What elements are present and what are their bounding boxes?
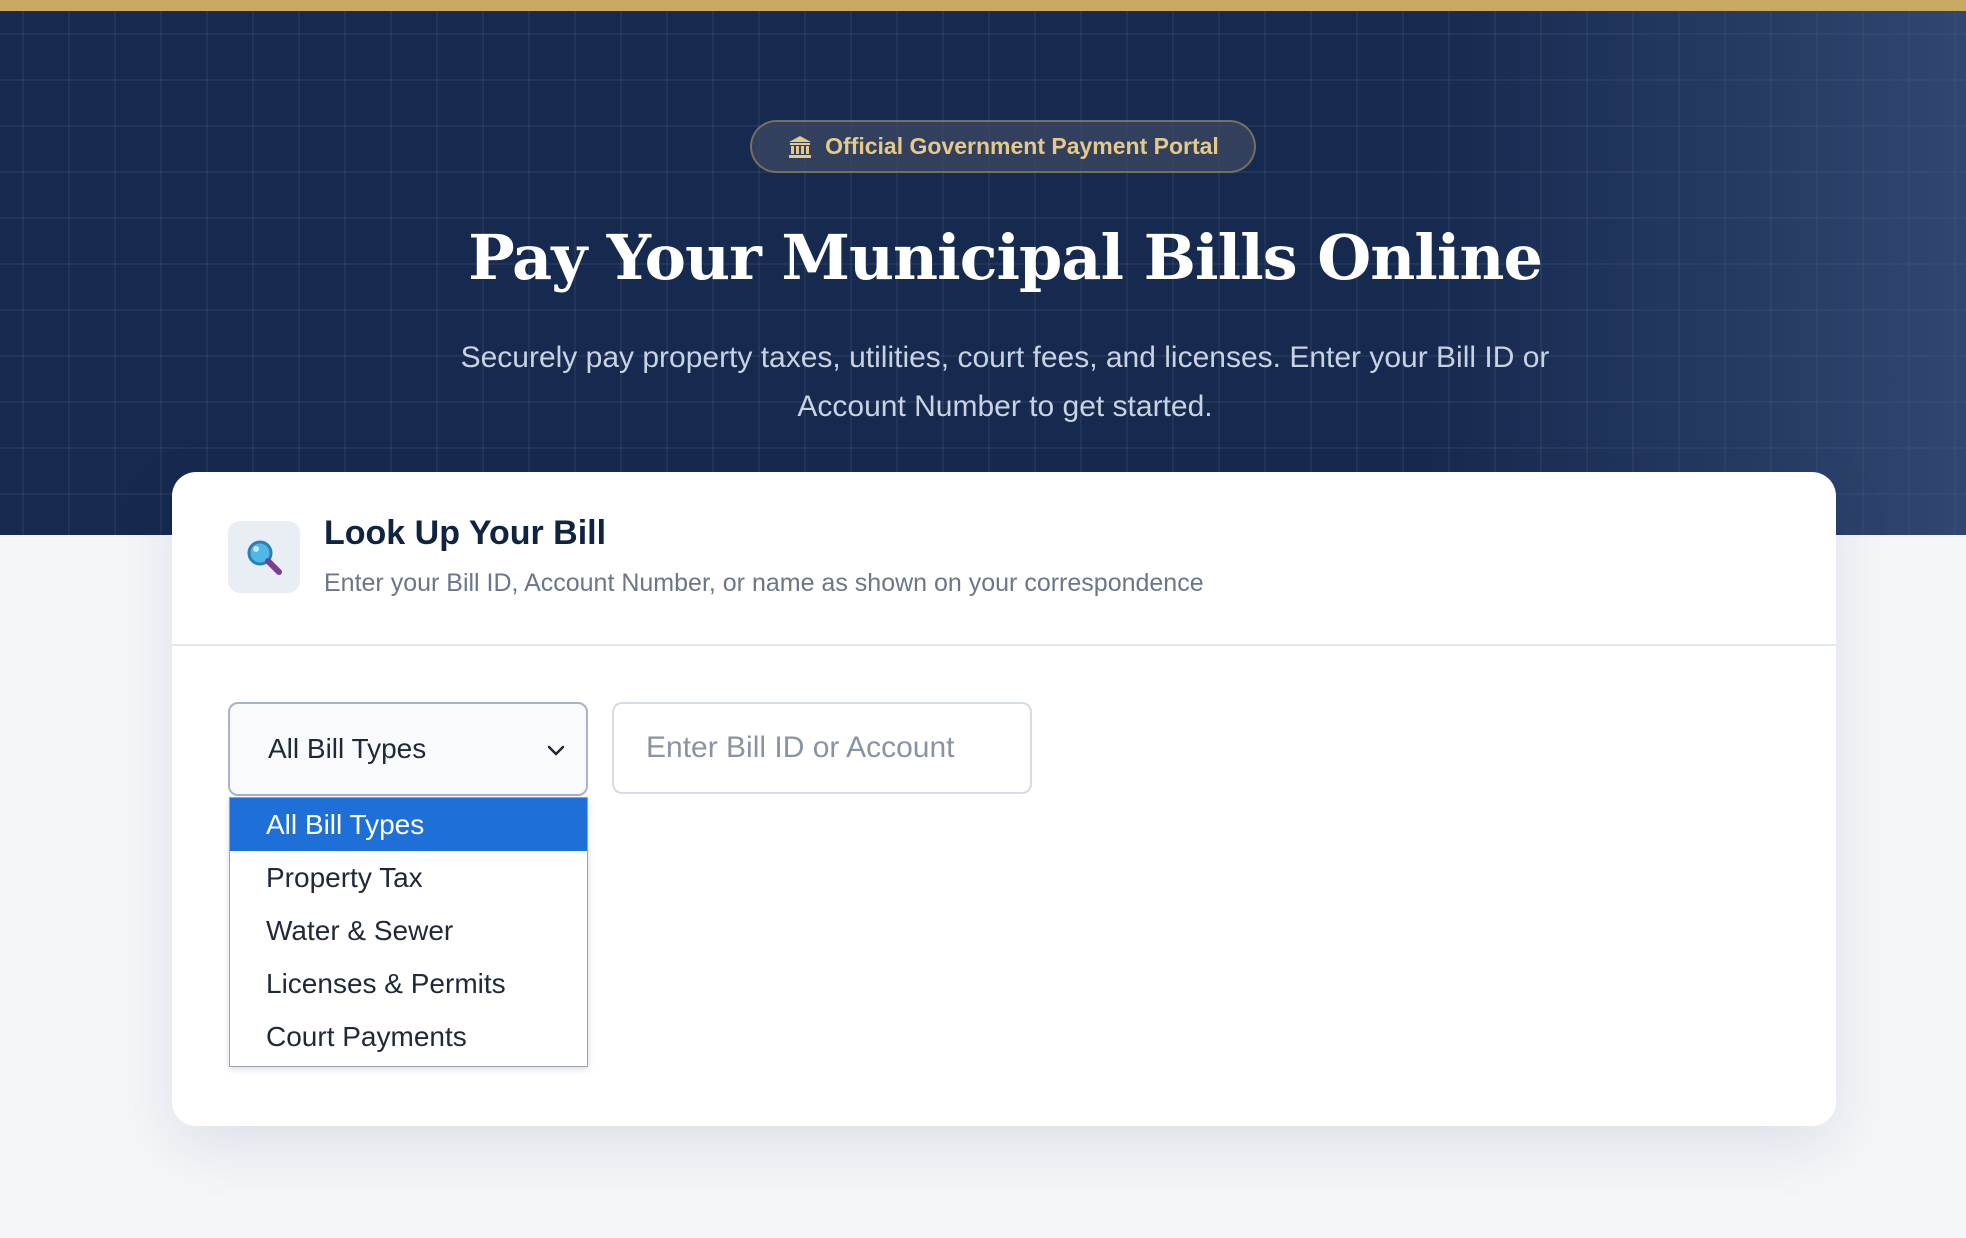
hero-banner: Official Government Payment Portal Pay Y… bbox=[0, 11, 1966, 535]
government-building-icon bbox=[787, 135, 813, 159]
bill-type-option-all[interactable]: All Bill Types bbox=[230, 798, 587, 851]
top-accent-strip bbox=[0, 0, 1966, 11]
official-portal-badge-label: Official Government Payment Portal bbox=[825, 133, 1219, 159]
bill-id-search-input[interactable] bbox=[612, 702, 1032, 794]
card-divider bbox=[172, 644, 1836, 646]
bill-type-option-water-sewer[interactable]: Water & Sewer bbox=[230, 904, 587, 957]
lookup-description: Enter your Bill ID, Account Number, or n… bbox=[324, 569, 1204, 597]
bill-type-option-court-payments[interactable]: Court Payments bbox=[230, 1010, 587, 1063]
page-subtitle: Securely pay property taxes, utilities, … bbox=[460, 341, 1550, 423]
official-portal-badge: Official Government Payment Portal bbox=[750, 120, 1256, 173]
bill-type-option-property-tax[interactable]: Property Tax bbox=[230, 851, 587, 904]
chevron-down-icon bbox=[546, 733, 566, 765]
magnifying-glass-icon bbox=[228, 521, 300, 593]
page-title: Pay Your Municipal Bills Online bbox=[468, 221, 1543, 294]
bill-type-dropdown-list: All Bill Types Property Tax Water & Sewe… bbox=[229, 797, 588, 1067]
lookup-title: Look Up Your Bill bbox=[324, 514, 607, 552]
bill-type-selected-value: All Bill Types bbox=[268, 733, 427, 764]
bill-type-select[interactable]: All Bill Types bbox=[228, 702, 588, 796]
bill-type-option-licenses-permits[interactable]: Licenses & Permits bbox=[230, 957, 587, 1010]
